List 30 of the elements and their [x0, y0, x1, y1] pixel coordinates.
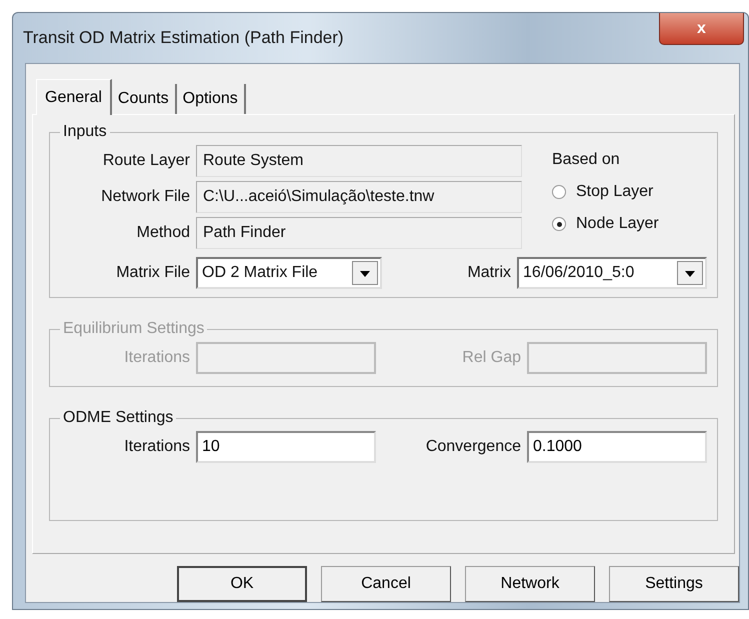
caret-icon — [352, 261, 378, 285]
readonly-field: Path Finder — [196, 217, 522, 249]
field-label: Method — [136, 224, 190, 242]
dropdown[interactable]: 16/06/2010_5:0 — [517, 257, 707, 289]
field-label: Iterations — [123, 438, 190, 456]
readonly-field: C:\U...aceió\Simulação\teste.tnw — [196, 181, 522, 213]
radio-option[interactable]: Node Layer — [552, 215, 659, 233]
dialog-button[interactable]: Settings — [609, 566, 739, 602]
input-field[interactable]: 10 — [196, 431, 376, 463]
field-label: Rel Gap — [462, 349, 521, 367]
readonly-field: Route System — [196, 145, 522, 177]
tab[interactable]: General — [36, 79, 112, 115]
field-label: Matrix File — [115, 264, 190, 282]
field-label: Iterations — [123, 349, 190, 367]
field-label: Matrix — [467, 264, 511, 282]
dialog-button[interactable]: OK — [177, 566, 307, 602]
field-label: Network File — [100, 188, 190, 206]
radio-group-label: Based on — [552, 151, 621, 169]
caret-icon — [677, 261, 703, 285]
dropdown[interactable]: OD 2 Matrix File — [196, 257, 382, 289]
field-label: Convergence — [426, 438, 521, 456]
window-title: Transit OD Matrix Estimation (Path Finder) — [23, 28, 344, 48]
dialog-button[interactable]: Cancel — [321, 566, 451, 602]
field-label: Route Layer — [102, 152, 190, 170]
group-title: ODME Settings — [62, 409, 174, 427]
radio-option[interactable]: Stop Layer — [552, 183, 659, 201]
dialog-button[interactable]: Network — [465, 566, 595, 602]
group-title: Equilibrium Settings — [62, 320, 206, 338]
group-title: Inputs — [62, 123, 108, 141]
input-field[interactable]: 0.1000 — [527, 431, 707, 463]
